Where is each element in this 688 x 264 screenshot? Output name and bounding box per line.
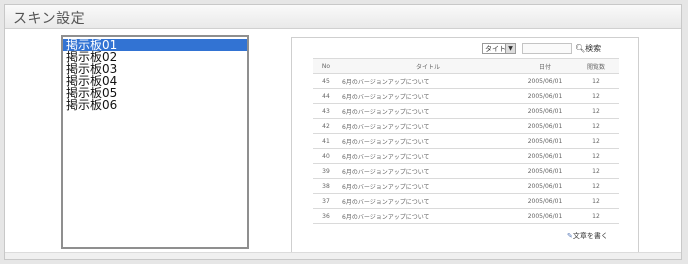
cell-no: 40 [313,148,339,164]
cell-title[interactable]: 6月のバージョンアップについて [339,103,517,119]
table-row[interactable]: 44 6月のバージョンアップについて 2005/06/01 12 [313,88,619,104]
search-field-select[interactable]: タイトル ▼ [482,43,516,54]
table-row[interactable]: 38 6月のバージョンアップについて 2005/06/01 12 [313,178,619,194]
cell-views: 12 [573,163,619,179]
table-row[interactable]: 39 6月のバージョンアップについて 2005/06/01 12 [313,163,619,179]
cell-title[interactable]: 6月のバージョンアップについて [339,148,517,164]
write-post-button[interactable]: ✎文章を書く [564,230,611,243]
search-button-label: 検索 [585,44,602,53]
board-option[interactable]: 掲示板06 [63,99,247,111]
table-row[interactable]: 36 6月のバージョンアップについて 2005/06/01 12 [313,208,619,224]
post-table: No タイトル 日付 閲覧数 45 6月のバージョンアップについて 2005/06/… [313,58,619,224]
cell-no: 45 [313,73,339,89]
cell-no: 44 [313,88,339,104]
cell-title[interactable]: 6月のバージョンアップについて [339,208,517,224]
cell-views: 12 [573,73,619,89]
cell-no: 38 [313,178,339,194]
table-row[interactable]: 41 6月のバージョンアップについて 2005/06/01 12 [313,133,619,149]
cell-views: 12 [573,88,619,104]
skin-settings-panel: スキン設定 掲示板01 掲示板02 掲示板03 掲示板04 掲示板05 掲示板06 タイト… [4,4,682,260]
column-header-date: 日付 [517,58,573,74]
cell-date: 2005/06/01 [517,178,573,194]
cell-no: 36 [313,208,339,224]
cell-date: 2005/06/01 [517,88,573,104]
panel-header: スキン設定 [5,5,681,29]
cell-date: 2005/06/01 [517,208,573,224]
cell-date: 2005/06/01 [517,118,573,134]
search-button[interactable]: 🔍︎検索 [575,43,601,54]
panel-title: スキン設定 [13,11,86,27]
table-row[interactable]: 42 6月のバージョンアップについて 2005/06/01 12 [313,118,619,134]
table-row[interactable]: 40 6月のバージョンアップについて 2005/06/01 12 [313,148,619,164]
cell-views: 12 [573,178,619,194]
cell-no: 39 [313,163,339,179]
cell-title[interactable]: 6月のバージョンアップについて [339,193,517,209]
cell-no: 43 [313,103,339,119]
cell-title[interactable]: 6月のバージョンアップについて [339,73,517,89]
panel-footer [5,252,681,259]
column-header-views: 閲覧数 [573,58,619,74]
cell-title[interactable]: 6月のバージョンアップについて [339,88,517,104]
write-post-label: 文章を書く [572,232,608,240]
cell-date: 2005/06/01 [517,73,573,89]
cell-views: 12 [573,103,619,119]
table-header-row: No タイトル 日付 閲覧数 [313,58,619,74]
cell-date: 2005/06/01 [517,148,573,164]
cell-title[interactable]: 6月のバージョンアップについて [339,178,517,194]
cell-date: 2005/06/01 [517,163,573,179]
cell-views: 12 [573,148,619,164]
table-row[interactable]: 37 6月のバージョンアップについて 2005/06/01 12 [313,193,619,209]
cell-no: 42 [313,118,339,134]
column-header-no: No [313,58,339,74]
table-row[interactable]: 43 6月のバージョンアップについて 2005/06/01 12 [313,103,619,119]
cell-views: 12 [573,118,619,134]
cell-date: 2005/06/01 [517,103,573,119]
cell-views: 12 [573,193,619,209]
cell-title[interactable]: 6月のバージョンアップについて [339,118,517,134]
board-listbox[interactable]: 掲示板01 掲示板02 掲示板03 掲示板04 掲示板05 掲示板06 [61,35,249,249]
cell-no: 41 [313,133,339,149]
column-header-title: タイトル [339,58,517,74]
cell-date: 2005/06/01 [517,193,573,209]
cell-date: 2005/06/01 [517,133,573,149]
cell-title[interactable]: 6月のバージョンアップについて [339,133,517,149]
cell-views: 12 [573,133,619,149]
table-row[interactable]: 45 6月のバージョンアップについて 2005/06/01 12 [313,73,619,89]
magnifier-icon: 🔍︎ [575,44,586,53]
skin-preview: タイトル ▼ 🔍︎検索 No タイトル 日付 閲覧数 45 6月のバージョンアップ… [291,37,639,255]
search-input[interactable] [522,43,572,54]
cell-views: 12 [573,208,619,224]
chevron-down-icon[interactable]: ▼ [505,44,515,53]
cell-no: 37 [313,193,339,209]
cell-title[interactable]: 6月のバージョンアップについて [339,163,517,179]
